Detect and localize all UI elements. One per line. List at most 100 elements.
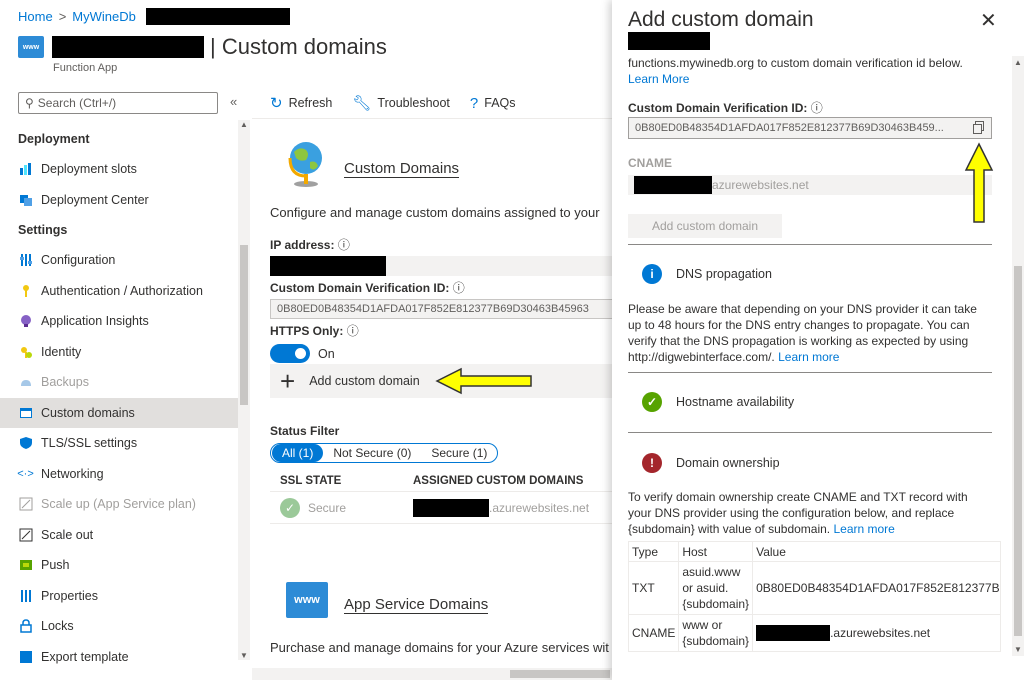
sidebar-item-scale-out[interactable]: Scale out — [0, 520, 238, 551]
ip-address-field — [270, 256, 615, 276]
plus-icon: + — [280, 366, 296, 396]
table-header: SSL STATE ASSIGNED CUSTOM DOMAINS — [270, 470, 615, 492]
filter-all[interactable]: All (1) — [272, 444, 324, 462]
scale-up-icon — [18, 497, 33, 512]
shield-icon — [18, 436, 33, 451]
backups-icon — [18, 375, 33, 390]
question-icon: ? — [469, 94, 479, 112]
sidebar-item-tls-ssl[interactable]: TLS/SSL settings — [0, 428, 238, 459]
sidebar: ⚲ Search (Ctrl+/) « Deployment Deploymen… — [0, 88, 252, 680]
info-icon[interactable]: ⓘ — [811, 101, 823, 115]
learn-more-link[interactable]: Learn More — [628, 72, 689, 86]
sidebar-item-authentication[interactable]: Authentication / Authorization — [0, 276, 238, 307]
dns-records-table: Type Host Value TXT asuid.www or asuid. … — [627, 541, 1002, 652]
scroll-down-icon[interactable]: ▼ — [1014, 645, 1022, 654]
checkmark-icon: ✓ — [642, 392, 662, 412]
networking-icon: <·> — [17, 467, 34, 480]
record-value[interactable]: 0B80ED0B48354D1AFDA017F852E812377B69D — [752, 561, 1002, 615]
https-only-toggle[interactable]: On — [270, 344, 335, 363]
sidebar-item-export-template[interactable]: Export template — [0, 642, 238, 665]
app-service-domains-description: Purchase and manage domains for your Azu… — [270, 640, 609, 655]
scrollbar-thumb[interactable] — [510, 670, 610, 678]
search-input[interactable]: ⚲ Search (Ctrl+/) — [18, 92, 218, 114]
info-icon[interactable]: ⓘ — [347, 324, 359, 338]
identity-icon — [18, 344, 33, 359]
verification-id-field[interactable]: 0B80ED0B48354D1AFDA017F852E812377B69D304… — [270, 299, 615, 319]
domain-ownership-text: To verify domain ownership create CNAME … — [628, 490, 968, 536]
verification-id-label: Custom Domain Verification ID: ⓘ — [270, 281, 465, 295]
panel-verification-id-field[interactable]: 0B80ED0B48354D1AFDA017F852E812377B69D304… — [628, 117, 992, 139]
panel-scrollbar[interactable]: ▲ ▼ — [1012, 56, 1024, 656]
status-filter-label: Status Filter — [270, 424, 340, 438]
sidebar-item-custom-domains[interactable]: Custom domains — [0, 397, 238, 428]
filter-not-secure[interactable]: Not Secure (0) — [323, 444, 421, 462]
sidebar-item-identity[interactable]: Identity — [0, 337, 238, 368]
nav-section-deployment: Deployment — [18, 132, 90, 146]
scroll-up-icon[interactable]: ▲ — [1014, 58, 1022, 67]
redacted-block — [628, 32, 710, 50]
sidebar-item-backups[interactable]: Backups — [0, 367, 238, 398]
panel-verification-id-label: Custom Domain Verification ID: ⓘ — [628, 101, 823, 115]
redacted-block — [145, 8, 290, 25]
learn-more-link[interactable]: Learn more — [833, 522, 894, 536]
sidebar-item-networking[interactable]: <·> Networking — [0, 459, 238, 490]
www-icon: www — [286, 582, 328, 618]
info-icon: i — [642, 264, 662, 284]
troubleshoot-button[interactable]: 🔧︎ Troubleshoot — [352, 94, 450, 112]
divider — [628, 372, 992, 373]
scrollbar-thumb[interactable] — [1014, 266, 1022, 636]
dns-propagation-text: Please be aware that depending on your D… — [628, 302, 977, 364]
domain-ownership-heading: ! Domain ownership — [642, 453, 780, 473]
panel-intro: functions.mywinedb.org to custom domain … — [628, 56, 963, 86]
sidebar-item-properties[interactable]: Properties — [0, 581, 238, 612]
error-icon: ! — [642, 453, 662, 473]
push-icon — [18, 558, 33, 573]
annotation-arrow-left — [435, 367, 532, 395]
column-header-ssl-state: SSL STATE — [280, 474, 342, 487]
record-value[interactable]: .azurewebsites.net — [752, 614, 1002, 652]
annotation-arrow-up — [964, 142, 994, 223]
breadcrumb-app-link[interactable]: MyWineDb — [72, 9, 136, 24]
toggle-switch[interactable] — [270, 344, 310, 363]
copy-icon[interactable] — [972, 121, 985, 134]
table-row[interactable]: ✓ Secure .azurewebsites.net — [270, 492, 615, 524]
sidebar-nav: Deployment Deployment slots Deployment C… — [0, 124, 238, 664]
panel-title: Add custom domain — [628, 8, 814, 31]
add-custom-domain-panel: Add custom domain ✕ functions.mywinedb.o… — [612, 0, 1024, 680]
panel-add-custom-domain-button[interactable]: Add custom domain — [628, 214, 782, 238]
close-icon[interactable]: ✕ — [980, 8, 997, 33]
column-header-type: Type — [627, 541, 680, 562]
sidebar-item-deployment-slots[interactable]: Deployment slots — [0, 154, 238, 185]
breadcrumb-home-link[interactable]: Home — [18, 9, 53, 24]
status-filter-pills: All (1) Not Secure (0) Secure (1) — [270, 443, 499, 463]
main-horizontal-scrollbar[interactable] — [252, 668, 612, 680]
record-type: TXT — [627, 561, 680, 615]
sidebar-item-scale-up[interactable]: Scale up (App Service plan) — [0, 489, 238, 520]
scroll-up-icon[interactable]: ▲ — [240, 120, 248, 129]
info-icon[interactable]: ⓘ — [453, 281, 465, 295]
collapse-sidebar-icon[interactable]: « — [230, 94, 237, 109]
info-icon[interactable]: ⓘ — [338, 238, 350, 252]
redacted-block — [270, 256, 386, 276]
column-header-host: Host — [678, 541, 754, 562]
export-icon — [18, 649, 33, 664]
sidebar-item-deployment-center[interactable]: Deployment Center — [0, 185, 238, 216]
divider — [628, 432, 992, 433]
faqs-button[interactable]: ? FAQs — [470, 94, 516, 112]
sidebar-item-locks[interactable]: Locks — [0, 611, 238, 642]
filter-secure[interactable]: Secure (1) — [421, 444, 497, 462]
sidebar-item-configuration[interactable]: Configuration — [0, 245, 238, 276]
table-row: TXT asuid.www or asuid. {subdomain} 0B80… — [627, 561, 1002, 615]
sidebar-item-application-insights[interactable]: Application Insights — [0, 306, 238, 337]
custom-domains-description: Configure and manage custom domains assi… — [270, 205, 600, 220]
refresh-button[interactable]: ↻ Refresh — [270, 94, 332, 112]
ssl-state-value: Secure — [308, 500, 347, 515]
lightbulb-icon — [18, 314, 33, 329]
toolbar-divider — [252, 118, 612, 119]
scroll-down-icon[interactable]: ▼ — [240, 651, 248, 660]
sidebar-scrollbar[interactable]: ▲ ▼ — [238, 120, 250, 660]
refresh-icon: ↻ — [270, 95, 283, 112]
learn-more-link[interactable]: Learn more — [778, 350, 839, 364]
scrollbar-thumb[interactable] — [240, 245, 248, 405]
sidebar-item-push[interactable]: Push — [0, 550, 238, 581]
